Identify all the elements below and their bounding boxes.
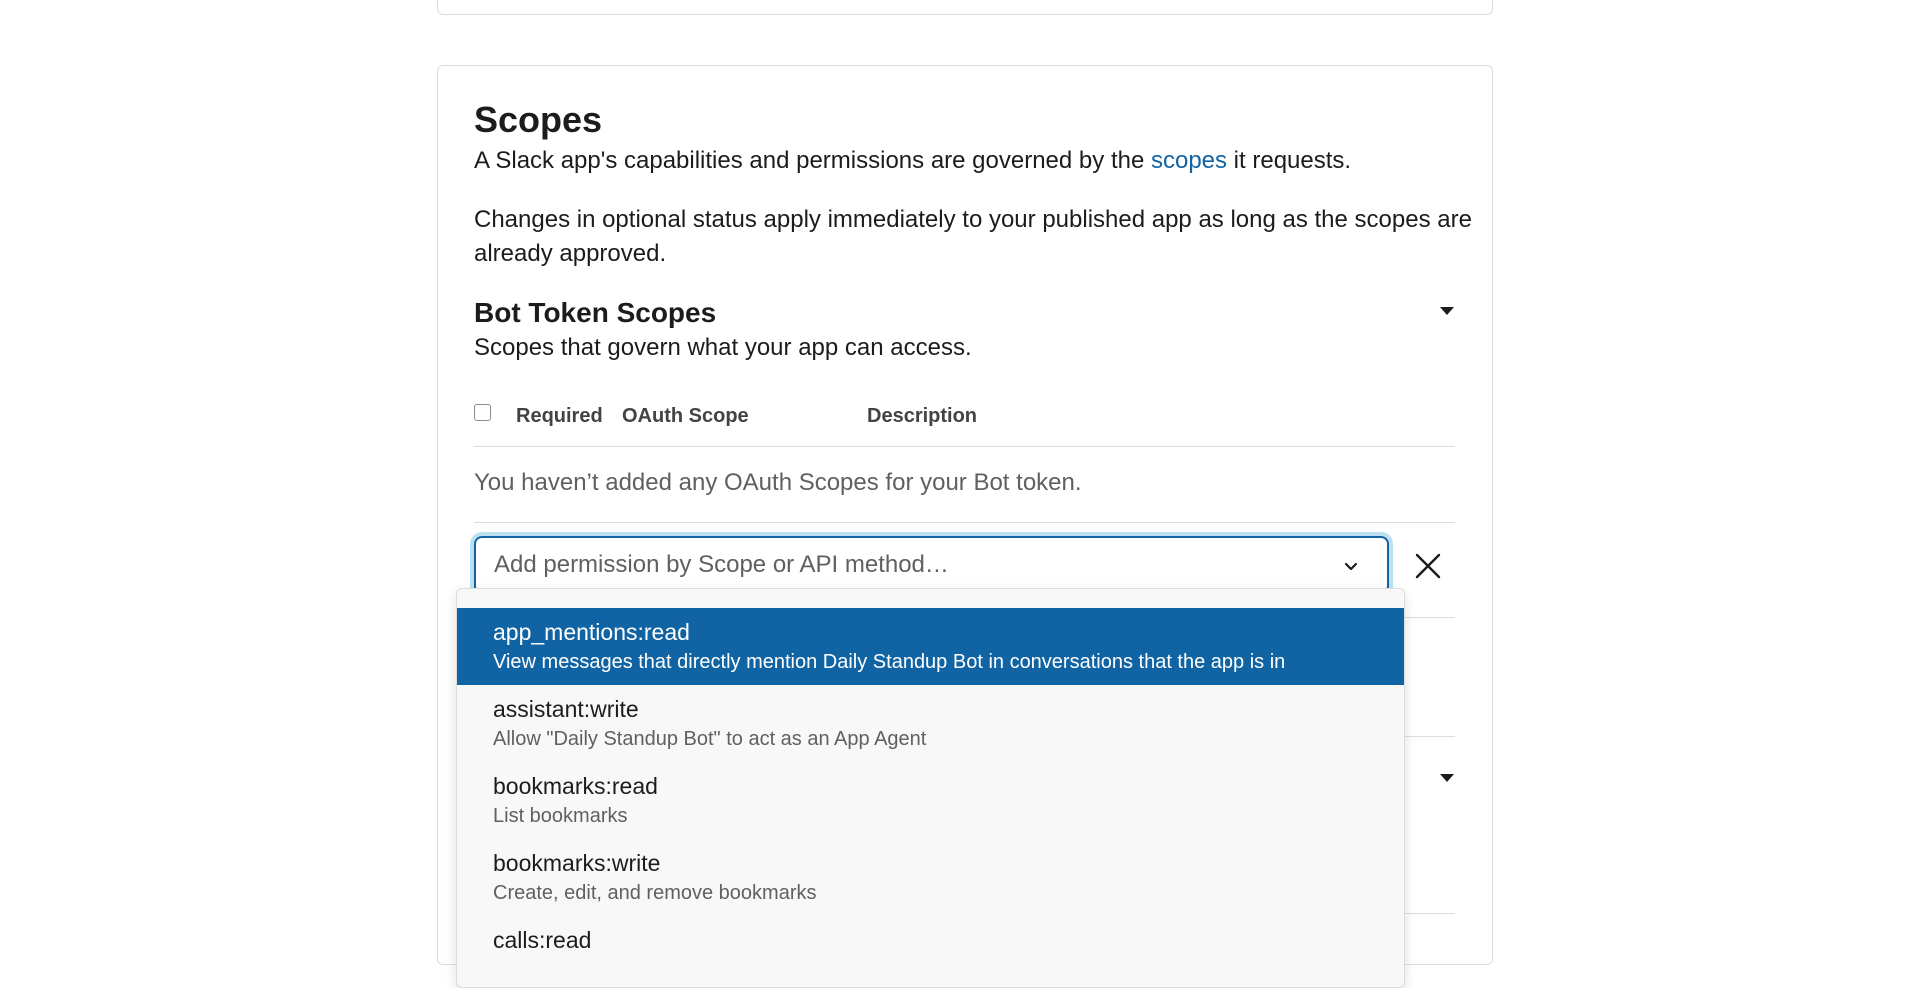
column-header-oauth-scope: OAuth Scope <box>622 405 749 427</box>
chevron-down-icon[interactable] <box>1343 559 1359 575</box>
previous-section-card <box>437 0 1493 15</box>
dropdown-option[interactable]: bookmarks:read List bookmarks <box>457 762 1404 839</box>
option-scope-name: bookmarks:write <box>493 850 661 876</box>
dropdown-option[interactable]: assistant:write Allow "Daily Standup Bot… <box>457 685 1404 762</box>
scopes-note: Changes in optional status apply immedia… <box>474 206 1472 267</box>
option-scope-name: assistant:write <box>493 696 639 722</box>
scope-dropdown-menu: app_mentions:read View messages that dir… <box>456 588 1405 988</box>
close-icon[interactable] <box>1414 552 1442 580</box>
option-scope-name: bookmarks:read <box>493 773 658 799</box>
option-scope-description: View messages that directly mention Dail… <box>493 651 1286 673</box>
option-scope-description: Create, edit, and remove bookmarks <box>493 882 817 904</box>
scopes-title: Scopes <box>474 99 603 140</box>
required-checkbox[interactable] <box>474 404 491 421</box>
column-header-required: Required <box>516 405 603 427</box>
dropdown-option[interactable]: calls:read <box>457 916 1404 987</box>
table-divider <box>474 522 1455 523</box>
column-header-description: Description <box>867 405 978 427</box>
option-scope-name: calls:read <box>493 927 592 953</box>
caret-down-icon[interactable] <box>1440 307 1454 315</box>
dropdown-option[interactable]: bookmarks:write Create, edit, and remove… <box>457 839 1404 916</box>
caret-down-icon[interactable] <box>1440 774 1454 782</box>
bot-token-scopes-title: Bot Token Scopes <box>474 297 717 328</box>
intro-text-before: A Slack app's capabilities and permissio… <box>474 147 1151 174</box>
dropdown-option[interactable]: app_mentions:read View messages that dir… <box>457 608 1404 685</box>
add-permission-combobox[interactable] <box>474 536 1389 594</box>
empty-scopes-message: You haven’t added any OAuth Scopes for y… <box>474 469 1082 496</box>
option-scope-description: Allow "Daily Standup Bot" to act as an A… <box>493 728 927 750</box>
scopes-link[interactable]: scopes <box>1151 147 1227 174</box>
option-scope-description: List bookmarks <box>493 805 628 827</box>
add-permission-input[interactable] <box>494 548 1314 582</box>
table-header-divider <box>474 446 1455 447</box>
bot-token-scopes-subtitle: Scopes that govern what your app can acc… <box>474 334 972 361</box>
option-scope-name: app_mentions:read <box>493 619 690 645</box>
scopes-intro: A Slack app's capabilities and permissio… <box>474 146 1351 176</box>
intro-text-after: it requests. <box>1227 147 1352 174</box>
